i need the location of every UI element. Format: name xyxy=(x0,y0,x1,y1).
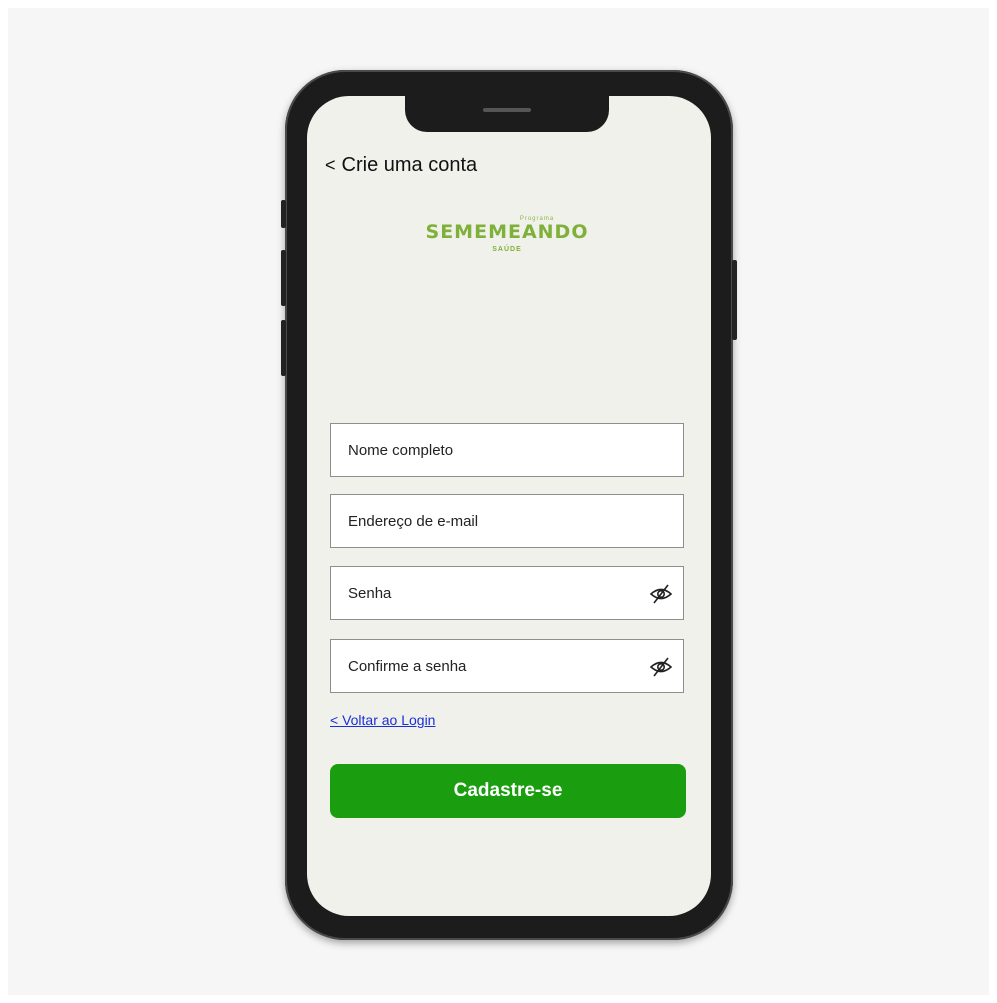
register-button[interactable]: Cadastre-se xyxy=(330,764,686,818)
back-chevron-icon: < xyxy=(325,155,336,175)
header-back-button[interactable]: < Crie uma conta xyxy=(325,154,477,177)
password-field[interactable] xyxy=(330,566,684,620)
password-input[interactable] xyxy=(348,584,628,602)
back-to-login-link[interactable]: < Voltar ao Login xyxy=(330,712,435,728)
logo-brand-text: SEMEMEANDO xyxy=(425,221,589,243)
notch xyxy=(405,96,609,132)
confirm-password-input[interactable] xyxy=(348,657,628,675)
brand-logo: Programa SEMEMEANDO SAÚDE xyxy=(417,216,597,286)
email-input[interactable] xyxy=(348,512,628,530)
speaker-grill xyxy=(483,108,531,112)
full-name-field[interactable] xyxy=(330,423,684,477)
phone-frame: < Crie uma conta Programa SEMEMEANDO SAÚ… xyxy=(281,70,737,940)
logo-subtitle: SAÚDE xyxy=(492,246,522,253)
phone-volume-up-button xyxy=(281,250,286,306)
eye-slash-icon[interactable] xyxy=(649,656,673,678)
full-name-input[interactable] xyxy=(348,441,628,459)
phone-mute-button xyxy=(281,200,286,228)
phone-screen: < Crie uma conta Programa SEMEMEANDO SAÚ… xyxy=(307,96,711,916)
email-field[interactable] xyxy=(330,494,684,548)
phone-power-button xyxy=(732,260,737,340)
page-title: Crie uma conta xyxy=(341,154,478,176)
phone-volume-down-button xyxy=(281,320,286,376)
eye-slash-icon[interactable] xyxy=(649,583,673,605)
confirm-password-field[interactable] xyxy=(330,639,684,693)
